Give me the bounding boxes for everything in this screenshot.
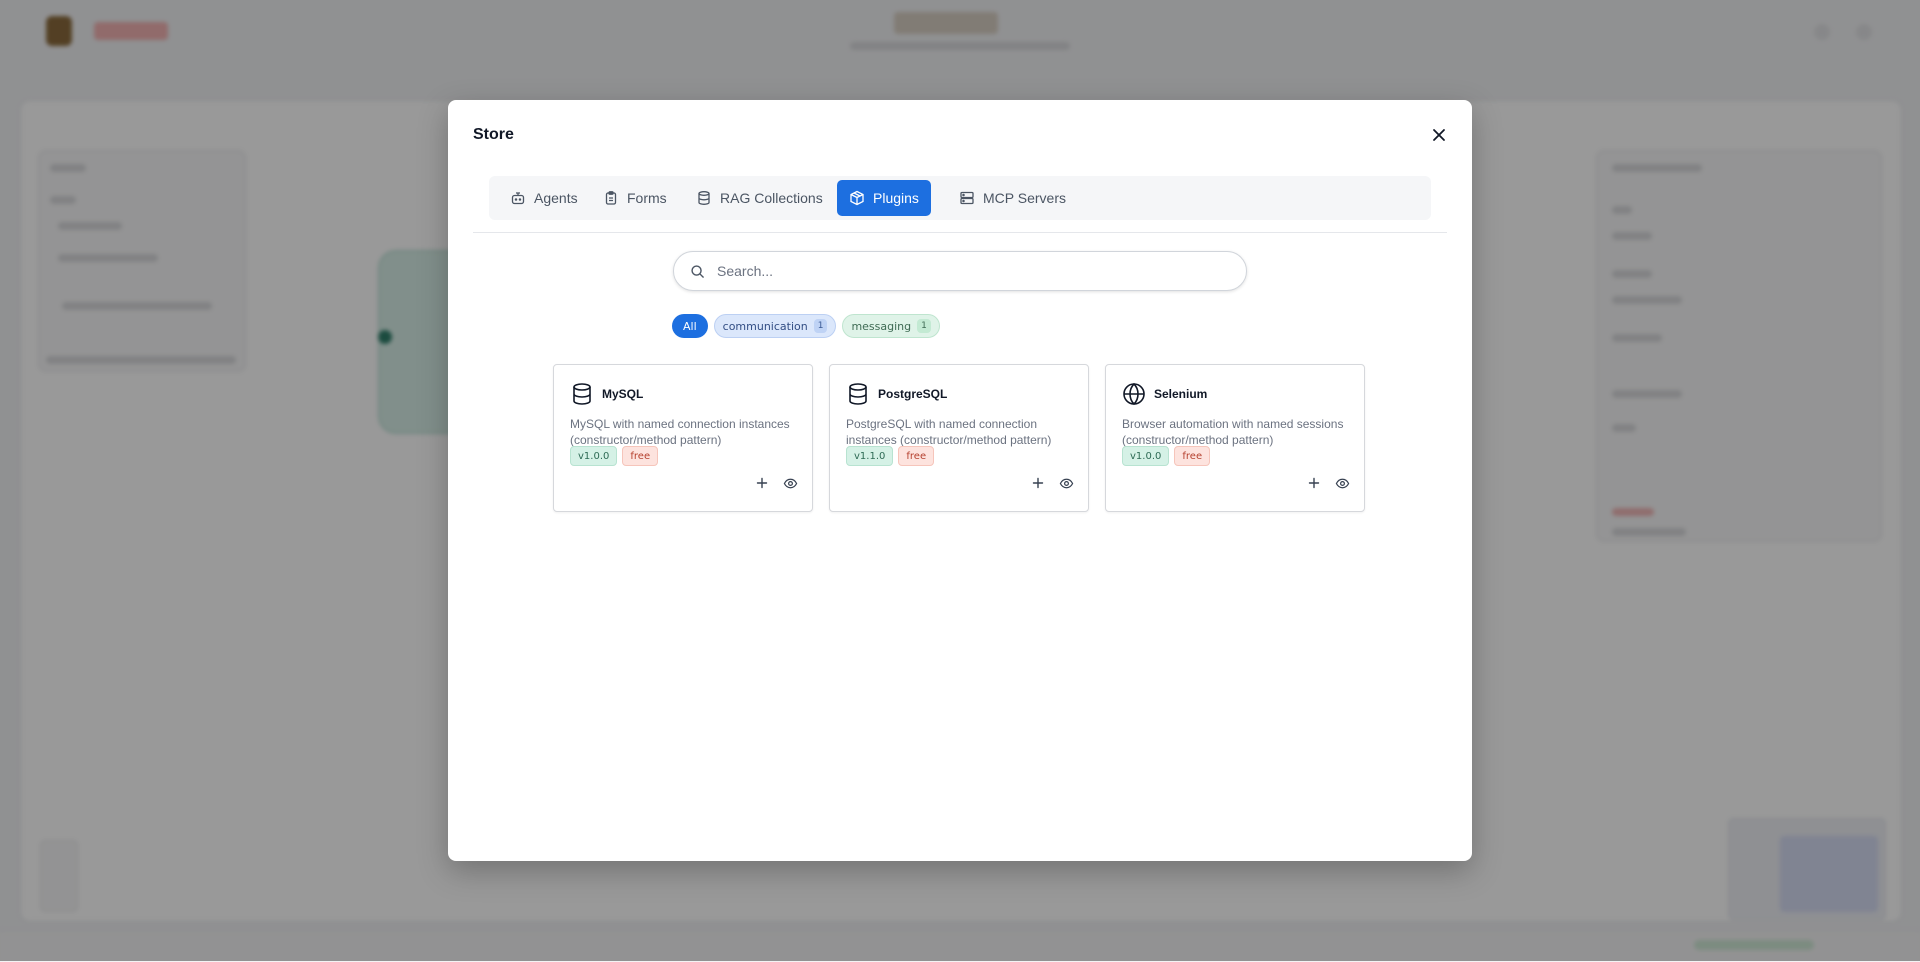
plugin-description: MySQL with named connection instances (c… bbox=[570, 417, 790, 447]
add-button[interactable] bbox=[754, 475, 770, 491]
add-button[interactable] bbox=[1030, 475, 1046, 491]
card-actions bbox=[1030, 475, 1074, 491]
filter-label: communication bbox=[722, 319, 808, 333]
tab-label: Plugins bbox=[873, 190, 919, 206]
card-actions bbox=[754, 475, 798, 491]
plugin-grid: MySQL MySQL with named connection instan… bbox=[553, 364, 1365, 512]
filter-count: 1 bbox=[813, 319, 828, 333]
card-header: MySQL bbox=[570, 382, 643, 406]
category-filters: All communication 1 messaging 1 bbox=[672, 314, 940, 338]
tab-label: MCP Servers bbox=[983, 190, 1066, 206]
server-icon bbox=[960, 191, 974, 205]
preview-button[interactable] bbox=[782, 475, 798, 491]
plus-icon bbox=[1308, 477, 1320, 489]
close-button[interactable] bbox=[1430, 126, 1448, 144]
tab-plugins[interactable]: Plugins bbox=[837, 180, 931, 216]
package-icon bbox=[850, 190, 864, 206]
filter-label: messaging bbox=[851, 319, 912, 333]
version-badge: v1.0.0 bbox=[1122, 446, 1170, 466]
tabs-divider bbox=[473, 232, 1447, 233]
bot-icon bbox=[511, 192, 525, 205]
plugin-badges: v1.0.0 free bbox=[570, 446, 659, 466]
card-actions bbox=[1306, 475, 1350, 491]
database-icon bbox=[573, 383, 591, 405]
plugin-name: PostgreSQL bbox=[878, 387, 948, 401]
plugin-badges: v1.0.0 free bbox=[1122, 446, 1211, 466]
search-input[interactable] bbox=[715, 262, 1219, 280]
tab-label: RAG Collections bbox=[720, 190, 823, 206]
eye-icon bbox=[783, 478, 797, 488]
card-header: PostgreSQL bbox=[846, 382, 947, 406]
globe-icon bbox=[1123, 382, 1145, 406]
filter-chip-communication[interactable]: communication 1 bbox=[713, 314, 837, 338]
price-badge: free bbox=[1174, 446, 1211, 466]
plugin-card-selenium[interactable]: Selenium Browser automation with named s… bbox=[1105, 364, 1365, 512]
filter-count: 1 bbox=[917, 319, 931, 333]
filter-chip-all[interactable]: All bbox=[672, 314, 708, 338]
store-modal: Store Agents Forms RAG Collections Plugi… bbox=[448, 100, 1472, 861]
preview-button[interactable] bbox=[1058, 475, 1074, 491]
tab-label: Agents bbox=[534, 190, 578, 206]
price-badge: free bbox=[898, 446, 935, 466]
tab-mcp-servers[interactable]: MCP Servers bbox=[947, 180, 1078, 216]
plugin-card-mysql[interactable]: MySQL MySQL with named connection instan… bbox=[553, 364, 813, 512]
search-box bbox=[673, 251, 1247, 291]
plugin-badges: v1.1.0 free bbox=[846, 446, 935, 466]
plugin-name: MySQL bbox=[602, 387, 644, 401]
tab-rag-collections[interactable]: RAG Collections bbox=[684, 180, 835, 216]
plugin-description: Browser automation with named sessions (… bbox=[1122, 417, 1344, 447]
plus-icon bbox=[1032, 477, 1044, 489]
preview-button[interactable] bbox=[1334, 475, 1350, 491]
filter-chip-messaging[interactable]: messaging 1 bbox=[842, 314, 940, 338]
database-icon bbox=[698, 191, 710, 205]
tab-forms[interactable]: Forms bbox=[591, 180, 679, 216]
search-icon bbox=[691, 264, 704, 278]
price-badge: free bbox=[622, 446, 659, 466]
modal-title: Store bbox=[473, 126, 514, 143]
plugin-description: PostgreSQL with named connection instanc… bbox=[846, 417, 1052, 447]
version-badge: v1.0.0 bbox=[570, 446, 618, 466]
plugin-card-postgresql[interactable]: PostgreSQL PostgreSQL with named connect… bbox=[829, 364, 1089, 512]
eye-icon bbox=[1335, 478, 1349, 488]
tab-agents[interactable]: Agents bbox=[498, 180, 590, 216]
tab-label: Forms bbox=[627, 190, 667, 206]
add-button[interactable] bbox=[1306, 475, 1322, 491]
plus-icon bbox=[756, 477, 768, 489]
database-icon bbox=[849, 383, 867, 405]
version-badge: v1.1.0 bbox=[846, 446, 894, 466]
store-tabs: Agents Forms RAG Collections Plugins MCP… bbox=[489, 176, 1431, 220]
card-header: Selenium bbox=[1122, 382, 1207, 406]
clipboard-icon bbox=[605, 191, 617, 205]
filter-label: All bbox=[683, 319, 697, 333]
close-icon bbox=[1433, 129, 1445, 141]
plugin-name: Selenium bbox=[1154, 387, 1208, 401]
eye-icon bbox=[1059, 478, 1073, 488]
